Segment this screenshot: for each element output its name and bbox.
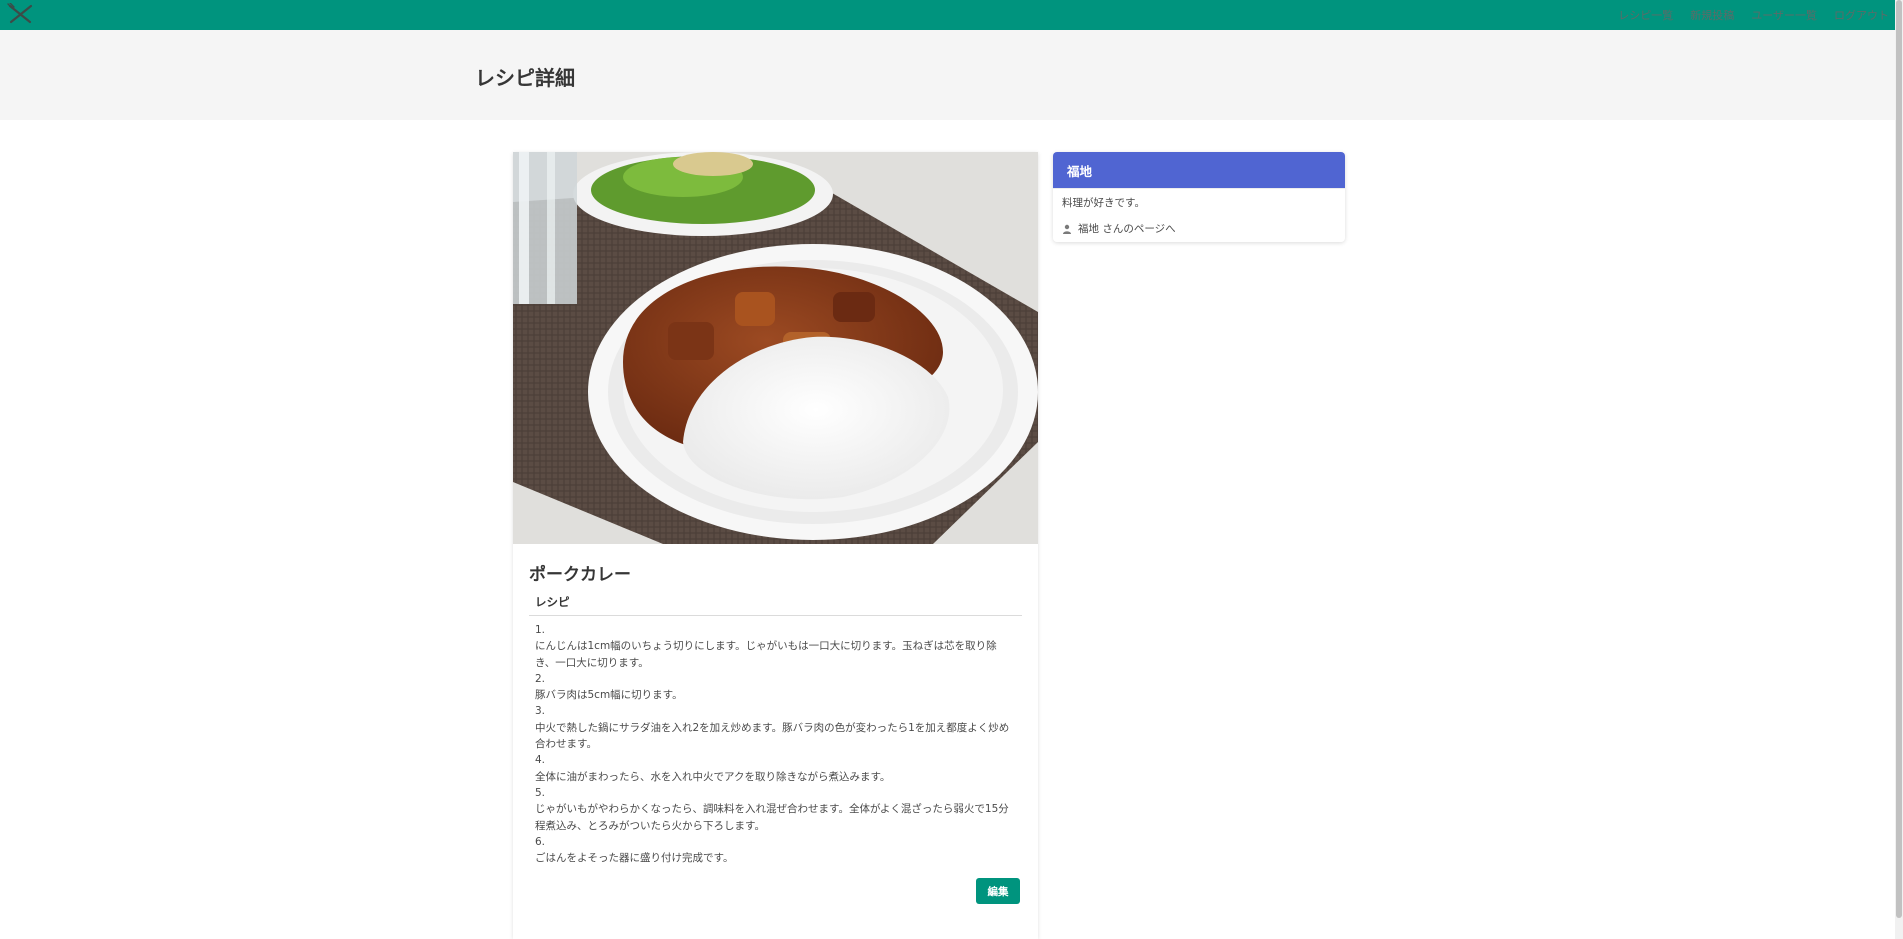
user-bio: 料理が好きです。 (1053, 188, 1345, 215)
nav-logout[interactable]: ログアウト (1834, 7, 1889, 23)
fork-knife-icon (7, 2, 33, 24)
step-text: ごはんをよそった器に盛り付け完成です。 (535, 852, 734, 865)
section-label: レシピ (529, 594, 1022, 616)
step-text: じゃがいもがやわらかくなったら、調味料を入れ混ぜ合わせます。全体がよく混ざったら… (535, 803, 1009, 832)
step-text: 中火で熱した鍋にサラダ油を入れ2を加え炒めます。豚バラ肉の色が変わったら1を加え… (535, 721, 1010, 751)
navbar: レシピ一覧 新規投稿 ユーザー一覧 ログアウト (0, 0, 1895, 30)
step-text: 豚バラ肉は5cm幅に切ります。 (535, 689, 683, 702)
recipe-image (513, 152, 1038, 544)
user-bio-text: 料理が好きです。 (1062, 196, 1145, 209)
user-name: 福地 (1053, 152, 1345, 188)
list-item: 6. ごはんをよそった器に盛り付け完成です。 (535, 834, 1016, 867)
recipe-title: ポークカレー (529, 565, 631, 585)
step-number: 3. (535, 705, 546, 718)
edit-button[interactable]: 編集 (976, 878, 1020, 904)
step-text: にんじんは1cm幅のいちょう切りにします。じゃがいもは一口大に切ります。玉ねぎは… (535, 640, 997, 669)
page-scrollbar[interactable] (1895, 0, 1903, 939)
step-number: 4. (535, 754, 546, 767)
page-title: レシピ詳細 (475, 66, 575, 90)
user-panel: 福地 料理が好きです。 福地 さんのページへ (1053, 152, 1345, 242)
user-page-link[interactable]: 福地 さんのページへ (1053, 215, 1345, 242)
home-logo-link[interactable] (6, 2, 36, 25)
step-number: 2. (535, 672, 546, 685)
list-item: 5. じゃがいもがやわらかくなったら、調味料を入れ混ぜ合わせます。全体がよく混ざ… (535, 785, 1016, 834)
list-item: 1. にんじんは1cm幅のいちょう切りにします。じゃがいもは一口大に切ります。玉… (535, 622, 1016, 671)
nav-user-list[interactable]: ユーザー一覧 (1751, 7, 1817, 23)
step-text: 全体に油がまわったら、水を入れ中火でアクを取り除きながら煮込みます。 (535, 770, 891, 783)
list-item: 2. 豚バラ肉は5cm幅に切ります。 (535, 671, 1016, 704)
list-item: 4. 全体に油がまわったら、水を入れ中火でアクを取り除きながら煮込みます。 (535, 752, 1016, 785)
user-icon (1063, 224, 1071, 234)
nav-new-post[interactable]: 新規投稿 (1690, 7, 1734, 23)
recipe-card: ポークカレー レシピ 1. にんじんは1cm幅のいちょう切りにします。じゃがいも… (513, 152, 1038, 939)
page-header: レシピ詳細 (0, 30, 1895, 120)
recipe-steps-section: レシピ 1. にんじんは1cm幅のいちょう切りにします。じゃがいもは一口大に切り… (529, 594, 1022, 866)
step-number: 1. (535, 624, 546, 636)
recipe-steps: 1. にんじんは1cm幅のいちょう切りにします。じゃがいもは一口大に切ります。玉… (529, 616, 1022, 866)
nav-recipe-list[interactable]: レシピ一覧 (1618, 7, 1673, 23)
nav-links: レシピ一覧 新規投稿 ユーザー一覧 ログアウト (1601, 0, 1889, 30)
step-number: 5. (535, 786, 546, 799)
step-number: 6. (535, 835, 546, 848)
list-item: 3. 中火で熱した鍋にサラダ油を入れ2を加え炒めます。豚バラ肉の色が変わったら1… (535, 703, 1016, 752)
scrollbar-thumb[interactable] (1896, 0, 1902, 918)
user-page-link-label: 福地 さんのページへ (1078, 223, 1176, 235)
